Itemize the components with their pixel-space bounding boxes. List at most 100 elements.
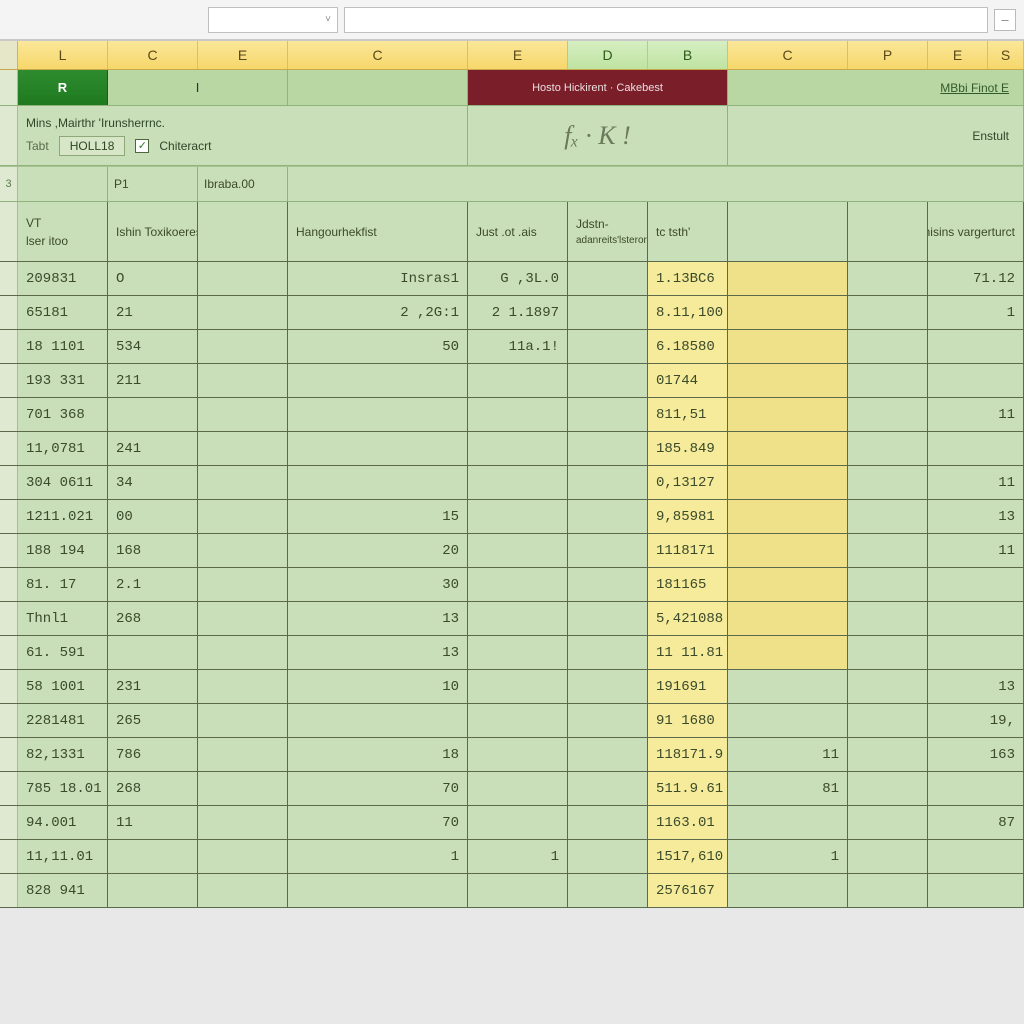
cell[interactable] [848,296,928,329]
cell[interactable] [848,636,928,669]
cell[interactable] [198,568,288,601]
row-number[interactable] [0,202,18,261]
cell[interactable]: 5,421088 [648,602,728,635]
col-label[interactable]: Just .ot .ais [468,202,568,261]
cell[interactable] [928,772,1024,805]
cell[interactable] [198,636,288,669]
cell[interactable] [568,806,648,839]
cell[interactable]: 1 [728,840,848,873]
cell[interactable]: 71.12 [928,262,1024,295]
cell[interactable] [848,534,928,567]
cell[interactable]: 2281481 [18,704,108,737]
cell[interactable] [728,602,848,635]
label-cell[interactable]: P1 [108,167,198,201]
cell[interactable]: 13 [928,670,1024,703]
cell[interactable]: 34 [108,466,198,499]
cell[interactable]: Insras1 [288,262,468,295]
cell[interactable]: 11,11.01 [18,840,108,873]
cell[interactable] [928,330,1024,363]
cell[interactable]: 511.9.61 [648,772,728,805]
cell[interactable] [198,296,288,329]
row-number[interactable] [0,500,18,533]
checkbox-label[interactable]: Chiteracrt [159,139,211,153]
col-head[interactable]: C [108,41,198,69]
cell[interactable] [848,330,928,363]
col-label[interactable]: Jdstn- adanreits'lsterorl [568,202,648,261]
cell[interactable] [568,330,648,363]
cell[interactable] [468,364,568,397]
cell[interactable]: 11 [728,738,848,771]
row-number[interactable] [0,330,18,363]
cell[interactable]: 231 [108,670,198,703]
row-number[interactable] [0,840,18,873]
cell[interactable] [728,500,848,533]
cell[interactable] [198,806,288,839]
cell[interactable] [568,874,648,907]
cell[interactable] [728,466,848,499]
cell[interactable] [198,398,288,431]
cell[interactable]: 2.1 [108,568,198,601]
cell[interactable] [848,670,928,703]
row-number[interactable] [0,738,18,771]
cell[interactable] [198,500,288,533]
row-number[interactable] [0,534,18,567]
cell[interactable]: 2 ,2G:1 [288,296,468,329]
cell[interactable] [468,738,568,771]
cell[interactable]: 211 [108,364,198,397]
col-head[interactable]: E [468,41,568,69]
cell[interactable]: 1118171 [648,534,728,567]
cell[interactable] [468,636,568,669]
cell[interactable] [928,568,1024,601]
cell[interactable] [568,534,648,567]
cell[interactable] [468,500,568,533]
col-head[interactable]: C [728,41,848,69]
cell[interactable]: 1 [288,840,468,873]
cell[interactable]: 786 [108,738,198,771]
cell[interactable] [108,874,198,907]
cell[interactable] [198,330,288,363]
cell[interactable] [568,364,648,397]
cell[interactable]: 9,85981 [648,500,728,533]
cell[interactable]: 01744 [648,364,728,397]
row-number[interactable] [0,602,18,635]
cell[interactable] [468,670,568,703]
row-number[interactable] [0,568,18,601]
cell[interactable]: 21 [108,296,198,329]
cell[interactable]: 13 [288,602,468,635]
cell[interactable] [848,568,928,601]
cell[interactable]: 8.11,100 [648,296,728,329]
cell[interactable] [468,874,568,907]
col-head-selected[interactable]: D [568,41,648,69]
cell[interactable] [108,840,198,873]
cell[interactable]: 65181 [18,296,108,329]
cell[interactable] [568,398,648,431]
cell[interactable]: 1 [928,296,1024,329]
cell[interactable]: 185.849 [648,432,728,465]
cell[interactable] [848,500,928,533]
cell[interactable] [198,364,288,397]
row-number[interactable] [0,398,18,431]
cell[interactable]: 304 0611 [18,466,108,499]
select-all-corner[interactable] [0,41,18,69]
row-number[interactable] [0,772,18,805]
cell[interactable] [928,840,1024,873]
cell[interactable] [848,432,928,465]
cell[interactable]: 1 [468,840,568,873]
cell[interactable] [288,466,468,499]
cell[interactable]: 785 18.01 [18,772,108,805]
cell[interactable]: 81. 17 [18,568,108,601]
cell[interactable] [468,534,568,567]
cell[interactable] [728,670,848,703]
cell[interactable] [728,874,848,907]
name-box[interactable]: ˅ [208,7,338,33]
cell[interactable] [728,262,848,295]
cell[interactable] [568,670,648,703]
cell[interactable]: 19, [928,704,1024,737]
cell[interactable] [198,874,288,907]
cell[interactable]: 268 [108,602,198,635]
cell[interactable]: 1163.01 [648,806,728,839]
toolbar-right-link[interactable]: Enstult [972,129,1009,143]
cell[interactable] [928,432,1024,465]
cell[interactable]: 11 [108,806,198,839]
cell[interactable]: 209831 [18,262,108,295]
